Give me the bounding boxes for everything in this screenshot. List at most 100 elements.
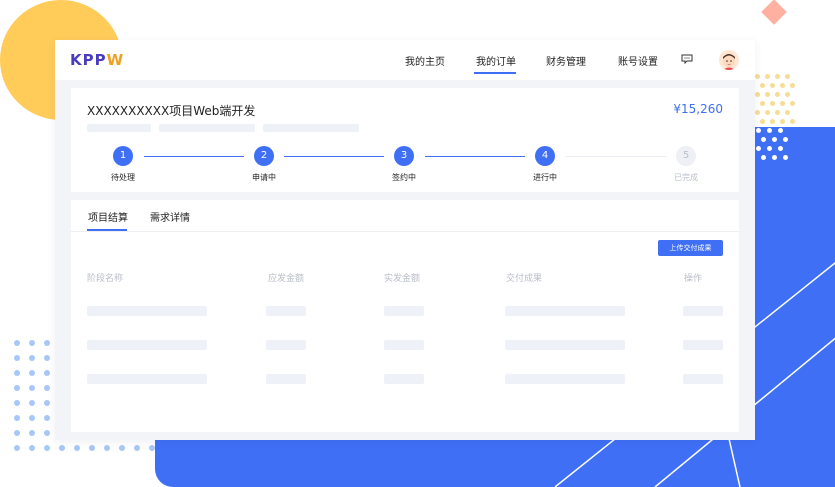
decor-dot	[29, 385, 35, 391]
decor-dot	[760, 119, 765, 124]
decor-dot	[14, 385, 20, 391]
decor-dot	[44, 430, 50, 436]
decor-dot	[772, 155, 777, 160]
column-header-amount-paid: 实发金额	[384, 274, 421, 284]
decor-dot	[74, 445, 80, 451]
tab-project-settlement[interactable]: 项目结算	[88, 209, 128, 224]
decor-dot	[755, 92, 760, 97]
step-connector	[425, 156, 525, 157]
skeleton-cell	[505, 306, 625, 316]
tab-requirement-details[interactable]: 需求详情	[150, 209, 190, 224]
upload-deliverable-button[interactable]: 上传交付成果	[658, 240, 723, 256]
decor-dot	[756, 146, 761, 151]
decor-dot	[44, 445, 50, 451]
decor-dot	[29, 430, 35, 436]
skeleton-cell	[683, 340, 723, 350]
project-title: XXXXXXXXXX项目Web端开发	[87, 104, 256, 118]
decor-dot	[760, 83, 765, 88]
project-detail-card: 项目结算 需求详情 上传交付成果 阶段名称 应发金额 实发金额 交付成果 操作	[71, 200, 739, 432]
decor-dot	[760, 101, 765, 106]
avatar[interactable]	[719, 50, 739, 70]
step-2-circle: 2	[254, 146, 274, 166]
nav-home[interactable]: 我的主页	[405, 53, 445, 68]
decor-dot	[14, 355, 20, 361]
app-window: KPPW 我的主页 我的订单 财务管理 账号设置 XXXXXXXXXX项目Web…	[55, 40, 755, 440]
decor-dot	[44, 340, 50, 346]
decor-dot	[755, 74, 760, 79]
skeleton-bar	[87, 124, 151, 132]
decor-dot	[14, 400, 20, 406]
step-connector	[144, 156, 244, 157]
decor-dot	[104, 445, 110, 451]
decor-dot	[44, 415, 50, 421]
brand-logo[interactable]: KPPW	[70, 51, 124, 69]
decor-dot	[780, 83, 785, 88]
skeleton-cell	[384, 306, 424, 316]
logo-text: KPP	[70, 51, 107, 69]
decor-dot	[29, 415, 35, 421]
decor-dot	[770, 83, 775, 88]
decor-dot	[44, 400, 50, 406]
decor-dot	[783, 137, 788, 142]
decor-dot	[44, 370, 50, 376]
decor-dot	[775, 74, 780, 79]
decor-dot	[775, 92, 780, 97]
decor-dot	[780, 119, 785, 124]
step-connector	[284, 156, 384, 157]
skeleton-cell	[505, 340, 625, 350]
decor-dot	[765, 110, 770, 115]
decor-dot	[14, 430, 20, 436]
project-card: XXXXXXXXXX项目Web端开发 ¥15,260 1 2 3 4 5 待处理…	[71, 88, 739, 192]
nav-finance[interactable]: 财务管理	[546, 53, 586, 68]
decor-dot	[790, 101, 795, 106]
decor-dot	[59, 445, 65, 451]
decor-dot	[778, 128, 783, 133]
decor-dot	[44, 355, 50, 361]
nav-active-underline	[474, 72, 516, 74]
column-header-actions: 操作	[684, 274, 703, 284]
nav-account-settings[interactable]: 账号设置	[618, 53, 658, 68]
project-price: ¥15,260	[673, 102, 723, 116]
decor-dot	[29, 445, 35, 451]
decor-dot	[14, 415, 20, 421]
step-3-circle: 3	[394, 146, 414, 166]
decor-dot	[149, 445, 155, 451]
step-1-circle: 1	[113, 146, 133, 166]
decor-dot	[761, 137, 766, 142]
step-connector	[566, 156, 666, 157]
decor-dot	[14, 370, 20, 376]
skeleton-cell	[266, 374, 306, 384]
logo-accent-text: W	[106, 51, 125, 69]
skeleton-cell	[87, 306, 207, 316]
decor-dot	[29, 340, 35, 346]
avatar-face-icon	[723, 54, 735, 70]
message-icon[interactable]	[681, 54, 693, 64]
decor-dot	[134, 445, 140, 451]
skeleton-cell	[683, 374, 723, 384]
decor-dot	[785, 74, 790, 79]
step-4-label: 进行中	[533, 173, 557, 182]
step-4-circle: 4	[535, 146, 555, 166]
decor-dot	[44, 385, 50, 391]
decor-dot	[89, 445, 95, 451]
skeleton-bar	[263, 124, 359, 132]
step-5-label: 已完成	[674, 173, 698, 182]
skeleton-cell	[87, 374, 207, 384]
decor-dot	[770, 119, 775, 124]
decor-dot	[29, 370, 35, 376]
decor-dot	[780, 101, 785, 106]
decor-dot	[765, 92, 770, 97]
decor-dot	[772, 137, 777, 142]
top-navbar: KPPW 我的主页 我的订单 财务管理 账号设置	[55, 40, 755, 80]
decor-dot	[790, 83, 795, 88]
decor-dot	[765, 74, 770, 79]
decor-dot	[761, 155, 766, 160]
decor-dot	[755, 110, 760, 115]
nav-my-orders[interactable]: 我的订单	[476, 53, 516, 68]
decor-dot	[119, 445, 125, 451]
skeleton-cell	[384, 340, 424, 350]
decor-dot	[785, 110, 790, 115]
skeleton-cell	[266, 306, 306, 316]
decor-dot	[767, 146, 772, 151]
skeleton-cell	[683, 306, 723, 316]
